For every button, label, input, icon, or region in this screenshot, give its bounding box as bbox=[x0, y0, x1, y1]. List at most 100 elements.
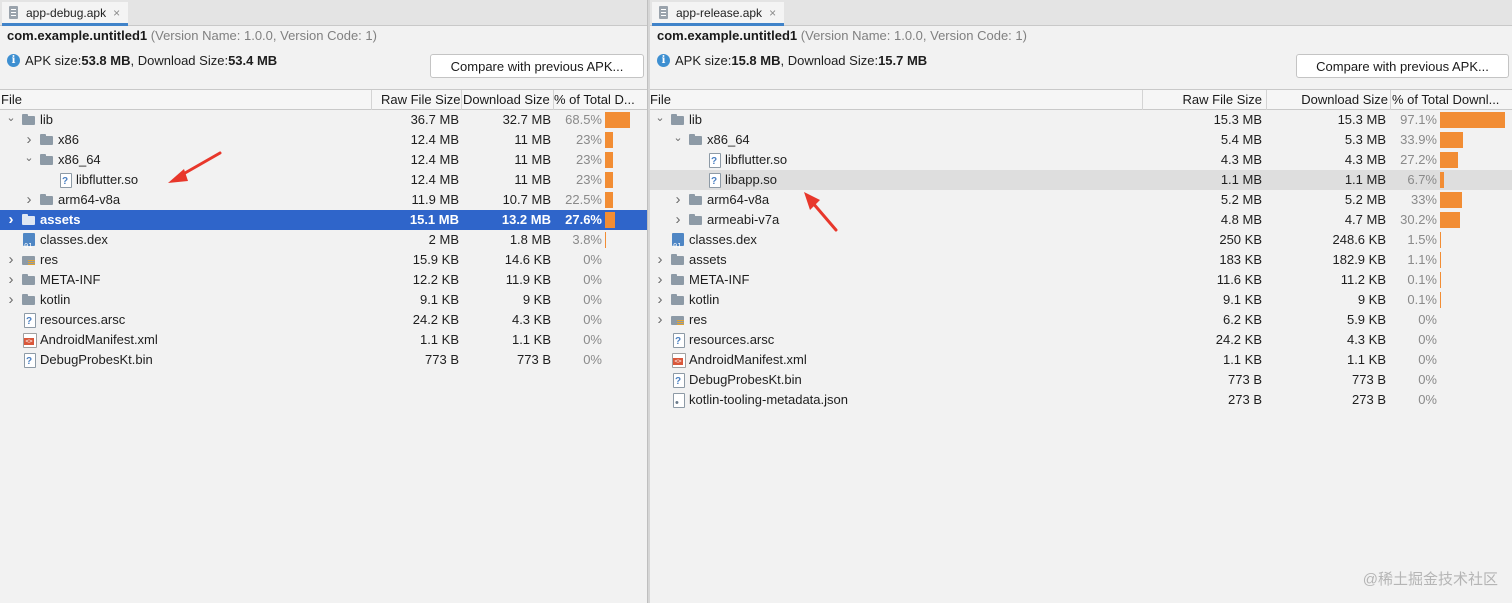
download-size-label: , Download Size: bbox=[130, 53, 229, 68]
compare-previous-apk-button[interactable]: Compare with previous APK... bbox=[430, 54, 644, 78]
download-size-cell: 13.2 MB bbox=[501, 212, 551, 227]
column-header-file[interactable]: File bbox=[650, 90, 1143, 110]
percent-bar bbox=[1440, 112, 1506, 128]
column-header-file[interactable]: File bbox=[0, 90, 372, 110]
table-row[interactable]: › armeabi-v7a 4.8 MB 4.7 MB 30.2% bbox=[650, 210, 1512, 230]
table-row[interactable]: ⌄ lib 36.7 MB 32.7 MB 68.5% bbox=[0, 110, 647, 130]
table-row[interactable]: › res 6.2 KB 5.9 KB 0% bbox=[650, 310, 1512, 330]
table-row[interactable]: classes.dex 250 KB 248.6 KB 1.5% bbox=[650, 230, 1512, 250]
raw-size-cell: 1.1 KB bbox=[1222, 352, 1262, 367]
chevron-down-icon[interactable]: ⌄ bbox=[672, 130, 684, 148]
table-row[interactable]: ⌄ lib 15.3 MB 15.3 MB 97.1% bbox=[650, 110, 1512, 130]
table-row[interactable]: › res 15.9 KB 14.6 KB 0% bbox=[0, 250, 647, 270]
download-size-cell: 11 MB bbox=[514, 152, 551, 167]
file-name-cell: › armeabi-v7a bbox=[672, 210, 1134, 230]
download-size-cell: 4.7 MB bbox=[1344, 212, 1386, 227]
file-name-cell: DebugProbesKt.bin bbox=[5, 350, 365, 370]
raw-size-cell: 250 KB bbox=[1219, 232, 1262, 247]
column-header-raw-size[interactable]: Raw File Size bbox=[372, 90, 462, 110]
download-size-cell: 15.3 MB bbox=[1337, 112, 1386, 127]
file-name: x86_64 bbox=[58, 152, 101, 167]
percent-cell: 23% bbox=[575, 152, 602, 167]
table-row[interactable]: kotlin-tooling-metadata.json 273 B 273 B 0% bbox=[650, 390, 1512, 410]
table-row[interactable]: libflutter.so 12.4 MB 11 MB 23% bbox=[0, 170, 647, 190]
folder-icon bbox=[670, 253, 686, 267]
folder-icon bbox=[670, 273, 686, 287]
table-row[interactable]: › kotlin 9.1 KB 9 KB 0% bbox=[0, 290, 647, 310]
download-size-cell: 5.2 MB bbox=[1344, 192, 1386, 207]
chevron-right-icon[interactable]: › bbox=[5, 210, 17, 230]
table-row[interactable]: › assets 183 KB 182.9 KB 1.1% bbox=[650, 250, 1512, 270]
percent-bar bbox=[1440, 292, 1441, 308]
compare-previous-apk-button[interactable]: Compare with previous APK... bbox=[1296, 54, 1509, 78]
tab-app-release-apk[interactable]: app-release.apk × bbox=[652, 2, 785, 26]
version-info: (Version Name: 1.0.0, Version Code: 1) bbox=[150, 28, 377, 43]
file-tree-table: File Raw File Size Download Size % of To… bbox=[0, 89, 647, 370]
table-row[interactable]: › x86 12.4 MB 11 MB 23% bbox=[0, 130, 647, 150]
percent-bar bbox=[1440, 172, 1445, 188]
percent-cell: 0% bbox=[583, 312, 602, 327]
apk-size-value: 15.8 MB bbox=[731, 53, 781, 68]
table-row[interactable]: ⌄ x86_64 12.4 MB 11 MB 23% bbox=[0, 150, 647, 170]
column-header-percent[interactable]: % of Total D... bbox=[554, 90, 647, 110]
table-row[interactable]: resources.arsc 24.2 KB 4.3 KB 0% bbox=[0, 310, 647, 330]
percent-cell: 30.2% bbox=[1400, 212, 1437, 227]
column-header-raw-size[interactable]: Raw File Size bbox=[1143, 90, 1267, 110]
chevron-down-icon[interactable]: ⌄ bbox=[5, 110, 17, 128]
table-row[interactable]: libapp.so 1.1 MB 1.1 MB 6.7% bbox=[650, 170, 1512, 190]
table-row[interactable]: › META-INF 11.6 KB 11.2 KB 0.1% bbox=[650, 270, 1512, 290]
percent-bar bbox=[1440, 212, 1461, 228]
download-size-cell: 11.9 KB bbox=[505, 272, 551, 287]
percent-cell: 97.1% bbox=[1400, 112, 1437, 127]
raw-size-cell: 2 MB bbox=[428, 232, 459, 247]
table-row[interactable]: AndroidManifest.xml 1.1 KB 1.1 KB 0% bbox=[650, 350, 1512, 370]
chevron-right-icon[interactable]: › bbox=[5, 270, 17, 290]
raw-size-cell: 36.7 MB bbox=[410, 112, 459, 127]
table-row[interactable]: › kotlin 9.1 KB 9 KB 0.1% bbox=[650, 290, 1512, 310]
chevron-right-icon[interactable]: › bbox=[654, 270, 666, 290]
chevron-right-icon[interactable]: › bbox=[5, 290, 17, 310]
apk-size-value: 53.8 MB bbox=[81, 53, 131, 68]
percent-bar bbox=[605, 152, 614, 168]
column-header-download-size[interactable]: Download Size bbox=[462, 90, 554, 110]
info-icon: i bbox=[7, 54, 20, 67]
annotation-arrow bbox=[168, 151, 222, 183]
chevron-right-icon[interactable]: › bbox=[654, 310, 666, 330]
percent-cell: 1.1% bbox=[1407, 252, 1437, 267]
package-info: com.example.untitled1 (Version Name: 1.0… bbox=[7, 28, 377, 43]
table-header: File Raw File Size Download Size % of To… bbox=[650, 89, 1512, 110]
chevron-right-icon[interactable]: › bbox=[672, 190, 684, 210]
dex-file-icon bbox=[21, 233, 37, 250]
tab-app-debug-apk[interactable]: app-debug.apk × bbox=[2, 2, 129, 26]
close-icon[interactable]: × bbox=[769, 6, 776, 20]
table-row[interactable]: › META-INF 12.2 KB 11.9 KB 0% bbox=[0, 270, 647, 290]
table-row[interactable]: DebugProbesKt.bin 773 B 773 B 0% bbox=[650, 370, 1512, 390]
file-name-cell: AndroidManifest.xml bbox=[5, 330, 365, 350]
column-header-download-size[interactable]: Download Size bbox=[1267, 90, 1391, 110]
table-row[interactable]: AndroidManifest.xml 1.1 KB 1.1 KB 0% bbox=[0, 330, 647, 350]
chevron-right-icon[interactable]: › bbox=[5, 250, 17, 270]
column-header-percent[interactable]: % of Total Downl... bbox=[1391, 90, 1512, 110]
raw-size-cell: 773 B bbox=[1228, 372, 1262, 387]
chevron-down-icon[interactable]: ⌄ bbox=[23, 150, 35, 168]
table-row[interactable]: ⌄ x86_64 5.4 MB 5.3 MB 33.9% bbox=[650, 130, 1512, 150]
close-icon[interactable]: × bbox=[113, 6, 120, 20]
chevron-right-icon[interactable]: › bbox=[654, 250, 666, 270]
table-row[interactable]: DebugProbesKt.bin 773 B 773 B 0% bbox=[0, 350, 647, 370]
file-name-cell: › kotlin bbox=[654, 290, 1134, 310]
chevron-right-icon[interactable]: › bbox=[654, 290, 666, 310]
table-row[interactable]: classes.dex 2 MB 1.8 MB 3.8% bbox=[0, 230, 647, 250]
table-row[interactable]: resources.arsc 24.2 KB 4.3 KB 0% bbox=[650, 330, 1512, 350]
file-tree-rows: ⌄ lib 15.3 MB 15.3 MB 97.1% ⌄ x86_64 5.4 MB 5.3 … bbox=[650, 110, 1512, 410]
table-row[interactable]: › arm64-v8a 11.9 MB 10.7 MB 22.5% bbox=[0, 190, 647, 210]
file-name: kotlin bbox=[689, 292, 720, 307]
table-row[interactable]: › arm64-v8a 5.2 MB 5.2 MB 33% bbox=[650, 190, 1512, 210]
table-row[interactable]: libflutter.so 4.3 MB 4.3 MB 27.2% bbox=[650, 150, 1512, 170]
table-row[interactable]: › assets 15.1 MB 13.2 MB 27.6% bbox=[0, 210, 647, 230]
chevron-down-icon[interactable]: ⌄ bbox=[654, 110, 666, 128]
chevron-right-icon[interactable]: › bbox=[23, 130, 35, 150]
raw-size-cell: 4.8 MB bbox=[1220, 212, 1262, 227]
chevron-right-icon[interactable]: › bbox=[23, 190, 35, 210]
download-size-cell: 773 B bbox=[517, 352, 551, 367]
chevron-right-icon[interactable]: › bbox=[672, 210, 684, 230]
